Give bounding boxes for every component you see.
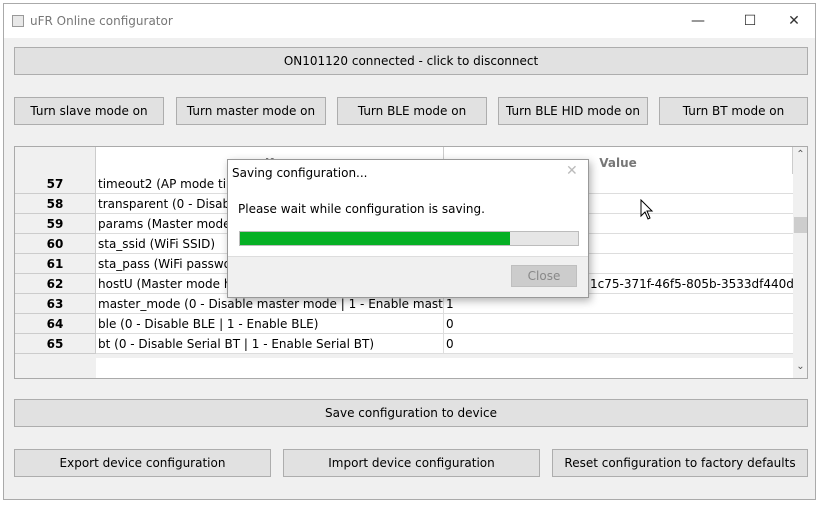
mouse-cursor-icon — [640, 199, 654, 220]
row-number: 59 — [15, 214, 96, 234]
ble-mode-button[interactable]: Turn BLE mode on — [337, 97, 487, 125]
table-empty-area — [96, 358, 793, 378]
progress-fill — [240, 232, 511, 245]
dialog-title: Saving configuration... — [232, 166, 368, 180]
row-value[interactable]: 0 — [444, 314, 793, 334]
ble-hid-mode-button[interactable]: Turn BLE HID mode on — [498, 97, 648, 125]
scroll-up-icon[interactable]: ⌃ — [793, 149, 807, 160]
import-configuration-button[interactable]: Import device configuration — [283, 449, 540, 477]
saving-dialog: Saving configuration... ✕ Please wait wh… — [227, 159, 589, 298]
minimize-icon[interactable]: — — [683, 10, 713, 32]
save-configuration-button[interactable]: Save configuration to device — [14, 399, 808, 427]
app-icon — [12, 15, 24, 27]
row-number: 57 — [15, 174, 96, 194]
progress-bar — [239, 231, 579, 246]
disconnect-button[interactable]: ON101120 connected - click to disconnect — [14, 47, 808, 75]
title-bar: uFR Online configurator — ☐ ✕ — [4, 4, 815, 38]
close-icon[interactable]: ✕ — [779, 10, 809, 32]
row-number: 61 — [15, 254, 96, 274]
export-configuration-button[interactable]: Export device configuration — [14, 449, 271, 477]
table-row[interactable]: 65 bt (0 - Disable Serial BT | 1 - Enabl… — [15, 334, 793, 354]
bt-mode-button[interactable]: Turn BT mode on — [659, 97, 808, 125]
row-number: 58 — [15, 194, 96, 214]
master-mode-button[interactable]: Turn master mode on — [176, 97, 326, 125]
dialog-close-button[interactable]: Close — [511, 265, 577, 287]
reset-factory-defaults-button[interactable]: Reset configuration to factory defaults — [552, 449, 808, 477]
row-number: 62 — [15, 274, 96, 294]
dialog-message: Please wait while configuration is savin… — [238, 202, 485, 216]
row-key[interactable]: bt (0 - Disable Serial BT | 1 - Enable S… — [96, 334, 444, 354]
row-number: 60 — [15, 234, 96, 254]
vertical-scrollbar[interactable]: ⌃ ⌄ — [793, 147, 807, 378]
row-number: 64 — [15, 314, 96, 334]
table-row[interactable]: 64 ble (0 - Disable BLE | 1 - Enable BLE… — [15, 314, 793, 334]
maximize-icon[interactable]: ☐ — [735, 10, 765, 32]
row-number: 65 — [15, 334, 96, 354]
slave-mode-button[interactable]: Turn slave mode on — [14, 97, 164, 125]
row-number: 63 — [15, 294, 96, 314]
scroll-down-icon[interactable]: ⌄ — [793, 361, 807, 372]
window-title: uFR Online configurator — [30, 14, 173, 28]
dialog-close-icon[interactable]: ✕ — [566, 163, 578, 179]
row-key[interactable]: ble (0 - Disable BLE | 1 - Enable BLE) — [96, 314, 444, 334]
scrollbar-thumb[interactable] — [794, 217, 807, 233]
row-value[interactable]: 0 — [444, 334, 793, 354]
